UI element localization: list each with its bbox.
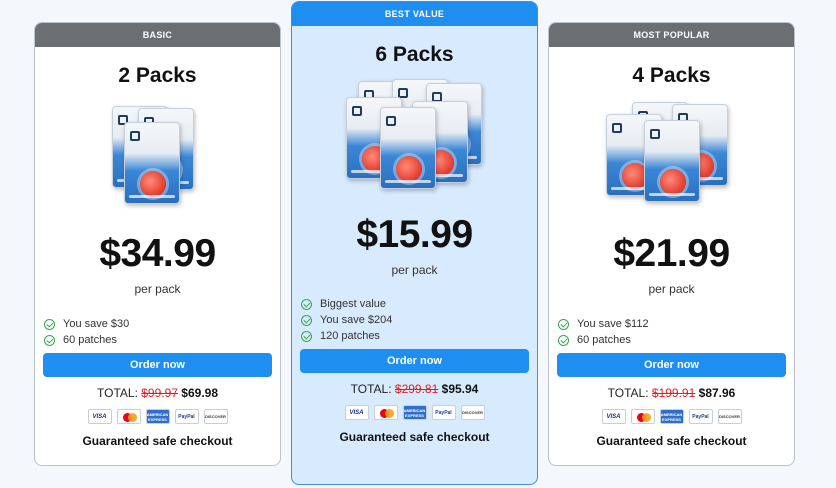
new-price: $95.94 — [441, 382, 479, 396]
paypal-icon: PayPal — [174, 409, 199, 424]
total-price: TOTAL: $299.81 $95.94 — [350, 382, 479, 396]
per-pack-label: per pack — [648, 282, 695, 296]
total-price: TOTAL: $199.91 $87.96 — [607, 386, 736, 400]
safe-checkout-label: Guaranteed safe checkout — [596, 434, 747, 448]
safe-checkout-label: Guaranteed safe checkout — [82, 434, 233, 448]
discover-icon: DISCOVER — [203, 409, 228, 424]
order-now-button[interactable]: Order now — [300, 349, 529, 373]
old-price: $299.81 — [394, 382, 439, 396]
payment-methods: VISA AMERICAN EXPRESS PayPal DISCOVER — [549, 409, 794, 424]
discover-icon: DISCOVER — [717, 409, 742, 424]
card-title: 6 Packs — [375, 43, 454, 66]
order-now-button[interactable]: Order now — [43, 353, 272, 377]
card-price: $15.99 — [356, 213, 473, 256]
feature-item: 60 patches — [558, 332, 794, 348]
amex-icon: AMERICAN EXPRESS — [659, 409, 684, 424]
check-circle-icon — [301, 298, 312, 310]
product-image — [602, 100, 742, 220]
check-circle-icon — [44, 318, 55, 330]
card-title: 2 Packs — [118, 64, 197, 87]
paypal-icon: PayPal — [431, 405, 456, 420]
check-circle-icon — [301, 314, 312, 326]
card-banner: BEST VALUE — [292, 2, 537, 26]
card-banner: MOST POPULAR — [549, 23, 794, 47]
mastercard-icon — [373, 405, 398, 420]
paypal-icon: PayPal — [688, 409, 713, 424]
pricing-card-best-value: BEST VALUE 6 Packs $15.99 per pack Bigge… — [291, 1, 538, 485]
new-price: $87.96 — [698, 386, 736, 400]
card-title: 4 Packs — [632, 64, 711, 87]
pricing-card-most-popular: MOST POPULAR 4 Packs $21.99 per pack You… — [548, 22, 795, 466]
feature-item: Biggest value — [301, 296, 537, 312]
card-price: $21.99 — [613, 232, 730, 275]
card-price: $34.99 — [99, 232, 216, 275]
feature-list: You save $30 60 patches — [44, 316, 280, 348]
discover-icon: DISCOVER — [460, 405, 485, 420]
old-price: $199.91 — [651, 386, 696, 400]
mastercard-icon — [630, 409, 655, 424]
pricing-card-basic: BASIC 2 Packs $34.99 per pack You save $… — [34, 22, 281, 466]
feature-item: You save $30 — [44, 316, 280, 332]
product-image — [98, 100, 218, 220]
order-now-button[interactable]: Order now — [557, 353, 786, 377]
check-circle-icon — [44, 334, 55, 346]
feature-list: You save $112 60 patches — [558, 316, 794, 348]
visa-icon: VISA — [344, 405, 369, 420]
old-price: $99.97 — [141, 386, 178, 400]
feature-list: Biggest value You save $204 120 patches — [301, 296, 537, 344]
check-circle-icon — [301, 330, 312, 342]
feature-item: 60 patches — [44, 332, 280, 348]
mastercard-icon — [116, 409, 141, 424]
payment-methods: VISA AMERICAN EXPRESS PayPal DISCOVER — [292, 405, 537, 420]
check-circle-icon — [558, 318, 569, 330]
feature-item: You save $112 — [558, 316, 794, 332]
product-image — [340, 79, 490, 209]
feature-item: 120 patches — [301, 328, 537, 344]
total-price: TOTAL: $99.97 $69.98 — [97, 386, 218, 400]
card-banner: BASIC — [35, 23, 280, 47]
visa-icon: VISA — [601, 409, 626, 424]
per-pack-label: per pack — [134, 282, 181, 296]
feature-item: You save $204 — [301, 312, 537, 328]
per-pack-label: per pack — [391, 263, 438, 277]
safe-checkout-label: Guaranteed safe checkout — [339, 430, 490, 444]
new-price: $69.98 — [181, 386, 218, 400]
amex-icon: AMERICAN EXPRESS — [145, 409, 170, 424]
visa-icon: VISA — [87, 409, 112, 424]
amex-icon: AMERICAN EXPRESS — [402, 405, 427, 420]
payment-methods: VISA AMERICAN EXPRESS PayPal DISCOVER — [35, 409, 280, 424]
check-circle-icon — [558, 334, 569, 346]
